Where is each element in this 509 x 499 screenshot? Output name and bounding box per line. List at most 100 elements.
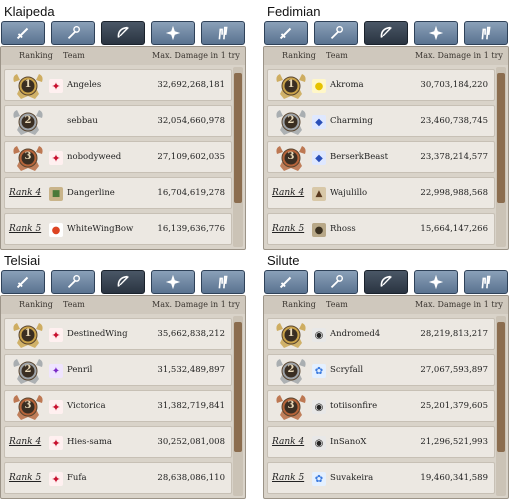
- table-row[interactable]: Rank 5 ✿ Suvakeira 19,460,341,589: [267, 462, 495, 494]
- max-damage: 30,252,081,008: [157, 437, 225, 447]
- class-tabs: [263, 270, 509, 294]
- header-team: Team: [326, 51, 348, 60]
- server-title: Fedimian: [267, 4, 321, 19]
- staff-icon: [64, 273, 82, 291]
- tab-cross[interactable]: [414, 21, 458, 45]
- tab-bow[interactable]: [101, 21, 145, 45]
- tab-staff[interactable]: [51, 270, 95, 294]
- table-row[interactable]: 2 ◆ Charming 23,460,738,745: [267, 105, 495, 137]
- guild-emblem-icon: ●: [312, 79, 326, 93]
- header-ranking: Ranking: [282, 51, 316, 60]
- tab-cross[interactable]: [414, 270, 458, 294]
- rank-number: 3: [24, 400, 32, 411]
- table-row[interactable]: 3 ◆ BerserkBeast 23,378,214,577: [267, 141, 495, 173]
- table-row[interactable]: Rank 4 ▲ Wajulillo 22,998,988,568: [267, 177, 495, 209]
- leaderboard-panel-silute: Silute Ranking Team Max. Damage in 1 try 1 ◉ A…: [263, 253, 509, 499]
- bow-icon: [114, 273, 132, 291]
- table-row[interactable]: 3 ✦ nobodyweed 27,109,602,035: [4, 141, 232, 173]
- table-row[interactable]: 1 ✦ Angeles 32,692,268,181: [4, 69, 232, 101]
- team-name: Angeles: [67, 80, 102, 90]
- table-row[interactable]: 3 ✦ Victorica 31,382,719,841: [4, 390, 232, 422]
- guild-emblem-icon: ✦: [49, 472, 63, 486]
- max-damage: 15,664,147,266: [420, 224, 488, 234]
- max-damage: 25,201,379,605: [420, 401, 488, 411]
- ranking-board: Ranking Team Max. Damage in 1 try 1 ◉ Androme…: [263, 295, 509, 499]
- tab-bow[interactable]: [101, 270, 145, 294]
- table-row[interactable]: 2 ✦ Penril 31,532,489,897: [4, 354, 232, 386]
- scroll-thumb[interactable]: [234, 73, 242, 203]
- rank-medal-icon: 1: [274, 321, 308, 349]
- tab-sword[interactable]: [264, 270, 308, 294]
- tab-hands[interactable]: [201, 21, 245, 45]
- header-team: Team: [63, 51, 85, 60]
- rank-number: 1: [287, 328, 295, 339]
- max-damage: 16,704,619,278: [157, 188, 225, 198]
- table-row[interactable]: Rank 4 ◉ InSanoX 21,296,521,993: [267, 426, 495, 458]
- guild-emblem-icon: ✦: [49, 364, 63, 378]
- max-damage: 19,460,341,589: [420, 473, 488, 483]
- tab-hands[interactable]: [201, 270, 245, 294]
- header-team: Team: [63, 300, 85, 309]
- tab-sword[interactable]: [1, 21, 45, 45]
- table-row[interactable]: Rank 4 ■ Dangerline 16,704,619,278: [4, 177, 232, 209]
- cross-icon: [164, 24, 182, 42]
- guild-emblem-icon: ●: [312, 223, 326, 237]
- table-row[interactable]: Rank 4 ✦ Hies-sama 30,252,081,008: [4, 426, 232, 458]
- table-row[interactable]: 1 ✦ DestinedWing 35,662,838,212: [4, 318, 232, 350]
- tab-staff[interactable]: [51, 21, 95, 45]
- cross-icon: [427, 273, 445, 291]
- table-header: Ranking Team Max. Damage in 1 try: [264, 47, 508, 65]
- table-row[interactable]: 3 ◉ totiisonfire 25,201,379,605: [267, 390, 495, 422]
- tab-bow[interactable]: [364, 21, 408, 45]
- header-ranking: Ranking: [19, 51, 53, 60]
- table-row[interactable]: 2 sebbau 32,054,660,978: [4, 105, 232, 137]
- guild-emblem-icon: ▲: [312, 187, 326, 201]
- guild-emblem-icon: ◉: [312, 328, 326, 342]
- scroll-thumb[interactable]: [234, 322, 242, 452]
- rank-medal-icon: 1: [274, 72, 308, 100]
- table-row[interactable]: 1 ◉ Andromed4 28,219,813,217: [267, 318, 495, 350]
- tab-staff[interactable]: [314, 270, 358, 294]
- guild-emblem-icon: ◆: [312, 151, 326, 165]
- hands-icon: [477, 24, 495, 42]
- bow-icon: [377, 24, 395, 42]
- scrollbar[interactable]: [233, 316, 243, 496]
- header-ranking: Ranking: [19, 300, 53, 309]
- header-damage: Max. Damage in 1 try: [415, 51, 503, 60]
- team-name: Fufa: [67, 473, 87, 483]
- staff-icon: [327, 24, 345, 42]
- scrollbar[interactable]: [233, 67, 243, 247]
- cross-icon: [427, 24, 445, 42]
- scrollbar[interactable]: [496, 67, 506, 247]
- scroll-thumb[interactable]: [497, 322, 505, 452]
- max-damage: 32,054,660,978: [157, 116, 225, 126]
- sword-icon: [277, 24, 295, 42]
- table-row[interactable]: Rank 5 ● Rhoss 15,664,147,266: [267, 213, 495, 245]
- team-name: DestinedWing: [67, 329, 128, 339]
- tab-bow[interactable]: [364, 270, 408, 294]
- tab-sword[interactable]: [264, 21, 308, 45]
- table-row[interactable]: 1 ● Akroma 30,703,184,220: [267, 69, 495, 101]
- tab-hands[interactable]: [464, 21, 508, 45]
- class-tabs: [0, 270, 246, 294]
- guild-emblem-icon: ✿: [312, 364, 326, 378]
- rank-number: 3: [287, 151, 295, 162]
- tab-staff[interactable]: [314, 21, 358, 45]
- table-row[interactable]: 2 ✿ Scryfall 27,067,593,897: [267, 354, 495, 386]
- scrollbar[interactable]: [496, 316, 506, 496]
- team-name: Rhoss: [330, 224, 356, 234]
- rank-label: Rank 5: [272, 224, 305, 234]
- rank-medal-icon: 2: [274, 108, 308, 136]
- table-row[interactable]: Rank 5 ● WhiteWingBow 16,139,636,776: [4, 213, 232, 245]
- tab-hands[interactable]: [464, 270, 508, 294]
- rank-number: 1: [24, 79, 32, 90]
- max-damage: 32,692,268,181: [157, 80, 225, 90]
- tab-sword[interactable]: [1, 270, 45, 294]
- bow-icon: [114, 24, 132, 42]
- max-damage: 27,109,602,035: [157, 152, 225, 162]
- rank-medal-icon: 1: [11, 321, 45, 349]
- tab-cross[interactable]: [151, 21, 195, 45]
- scroll-thumb[interactable]: [497, 73, 505, 203]
- table-row[interactable]: Rank 5 ✦ Fufa 28,638,086,110: [4, 462, 232, 494]
- tab-cross[interactable]: [151, 270, 195, 294]
